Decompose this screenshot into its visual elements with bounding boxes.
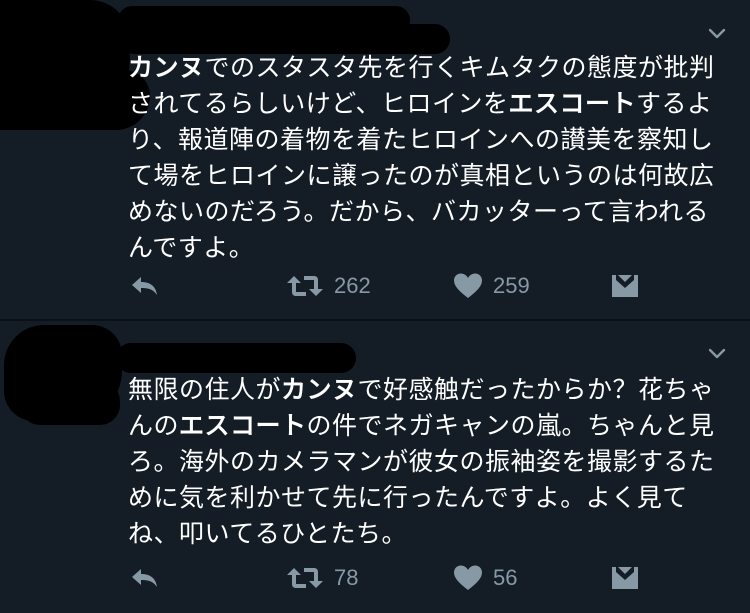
reply-arrow-icon [132, 277, 157, 295]
like-button[interactable]: 259 [453, 269, 530, 303]
direct-message-button[interactable] [610, 561, 640, 595]
tweet-actions: 78 56 [128, 561, 648, 595]
bold-text-segment: カンヌ [281, 375, 358, 404]
tweet-card[interactable]: カンヌでのスタスタ先を行くキムタクの態度が批判 されてるらしいけど、ヒロインをエ… [0, 0, 750, 320]
heart-icon [454, 273, 482, 298]
tweet-card[interactable]: 無限の住人がカンヌで好感触だったからか？花ちゃ んのエスコートの件でネガキャンの… [0, 321, 750, 613]
bold-text-segment: エスコート [179, 411, 307, 440]
like-count: 259 [493, 273, 530, 298]
retweet-button[interactable]: 262 [286, 269, 371, 303]
reply-button[interactable] [128, 269, 160, 303]
bold-text-segment: エスコート [508, 89, 637, 118]
direct-message-icon [612, 567, 638, 589]
direct-message-button[interactable] [610, 269, 640, 303]
text-segment: 無限の住人が [128, 375, 282, 404]
tweet-text: 無限の住人がカンヌで好感触だったからか？花ちゃ んのエスコートの件でネガキャンの… [128, 372, 728, 552]
chevron-down-icon[interactable] [706, 22, 728, 44]
retweet-icon [287, 276, 323, 296]
retweet-count: 78 [334, 565, 359, 590]
redaction-mark [20, 381, 120, 425]
tweet-text: カンヌでのスタスタ先を行くキムタクの態度が批判 されてるらしいけど、ヒロインをエ… [128, 50, 728, 266]
bold-text-segment: カンヌ [128, 53, 205, 82]
chevron-down-icon[interactable] [706, 342, 728, 364]
retweet-count: 262 [334, 273, 371, 298]
redaction-mark [116, 343, 356, 373]
like-button[interactable]: 56 [453, 561, 517, 595]
reply-arrow-icon [132, 569, 157, 587]
retweet-icon [287, 568, 323, 588]
reply-button[interactable] [128, 561, 160, 595]
direct-message-icon [612, 275, 638, 297]
tweet-actions: 262 259 [128, 269, 648, 303]
like-count: 56 [493, 565, 518, 590]
retweet-button[interactable]: 78 [286, 561, 358, 595]
heart-icon [454, 565, 482, 590]
